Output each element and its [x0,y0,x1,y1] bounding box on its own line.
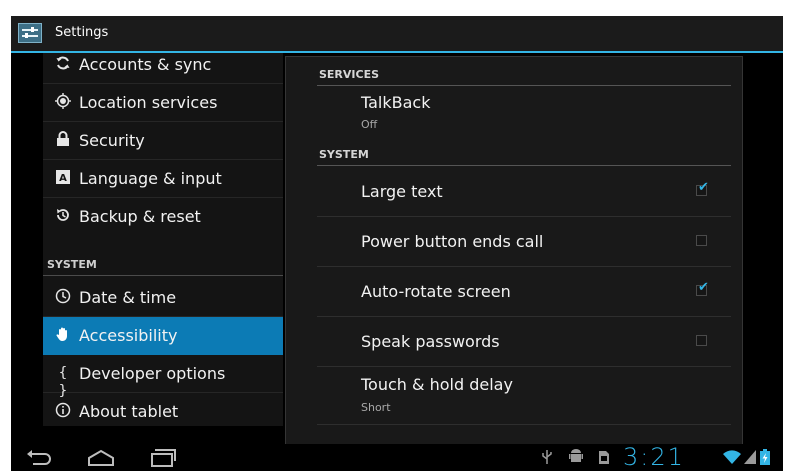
svg-text:A: A [59,173,67,184]
home-button[interactable] [85,448,117,468]
touch-hold-delay-title: Touch & hold delay [361,375,513,394]
keyboard-a-icon: A [53,169,73,187]
auto-rotate-screen-checkbox[interactable]: ✔ [696,281,709,296]
talkback-title: TalkBack [361,93,431,112]
checkmark-icon: ✔ [698,280,709,295]
speak-passwords-title: Speak passwords [361,332,500,351]
action-bar: Settings [11,16,783,53]
large-text-row[interactable]: Large text ✔ [317,167,731,217]
sd-card-icon [598,449,610,469]
backup-icon [53,207,73,225]
sidebar-item-location-services[interactable]: Location services [43,84,283,122]
sidebar-item-accounts-sync[interactable]: Accounts & sync [43,53,283,84]
sidebar-item-developer-options[interactable]: { } Developer options [43,355,283,399]
sidebar-item-about-tablet[interactable]: About tablet [43,393,283,426]
sidebar-item-label: Accounts & sync [79,55,212,74]
settings-sliders-icon[interactable] [18,23,42,43]
location-icon [53,93,73,111]
recent-apps-button[interactable] [148,448,176,468]
sync-icon [53,55,73,73]
sidebar-item-security[interactable]: Security [43,122,283,160]
sidebar-item-label: Accessibility [79,326,178,345]
settings-category-list: Accounts & sync Location services Securi… [43,53,283,426]
signal-icon [744,450,756,468]
speak-passwords-checkbox[interactable] [696,335,707,346]
power-button-ends-call-title: Power button ends call [361,232,544,251]
sidebar-item-label: Date & time [79,288,177,307]
sidebar-item-label: About tablet [79,402,179,421]
power-button-ends-call-row[interactable]: Power button ends call [317,217,731,267]
section-header-services: SERVICES [317,62,731,86]
back-arrow-icon [27,450,51,465]
sidebar-item-label: Security [79,131,145,150]
talkback-row[interactable]: TalkBack Off [317,87,731,141]
sidebar-item-label: Developer options [79,364,226,383]
sidebar-item-label: Language & input [79,169,222,188]
auto-rotate-screen-row[interactable]: Auto-rotate screen ✔ [317,267,731,317]
back-button[interactable] [25,448,53,468]
speak-passwords-row[interactable]: Speak passwords [317,317,731,367]
braces-icon: { } [58,365,68,399]
sidebar-item-label: Backup & reset [79,207,201,226]
recent-apps-icon [151,449,176,467]
section-header-label: SERVICES [319,68,380,81]
android-debug-icon [569,449,583,469]
section-header-system: SYSTEM [317,142,731,166]
home-icon [88,449,114,466]
usb-icon [541,449,553,469]
status-clock: 3:21 [623,443,685,471]
sidebar-item-label: Location services [79,93,218,112]
app-title: Settings [55,25,109,40]
sidebar-item-accessibility[interactable]: Accessibility [43,317,283,355]
lock-icon [53,131,73,149]
auto-rotate-screen-title: Auto-rotate screen [361,282,511,301]
section-header-label: SYSTEM [47,258,97,271]
checkmark-icon: ✔ [698,180,709,195]
accessibility-settings-panel: SERVICES TalkBack Off SYSTEM Large text … [285,56,743,449]
section-header-label: SYSTEM [319,148,369,161]
power-button-ends-call-checkbox[interactable] [696,235,707,246]
battery-charging-icon [760,449,770,469]
touch-hold-delay-summary: Short [361,401,391,414]
info-icon [53,402,73,420]
large-text-title: Large text [361,182,443,201]
system-navigation-bar: 3:21 [11,443,783,471]
large-text-checkbox[interactable]: ✔ [696,181,709,196]
clock-icon [53,288,73,306]
section-header-system: SYSTEM [43,252,283,276]
wifi-icon [723,450,741,468]
tablet-screen: Settings Accounts & sync Location servic… [11,16,783,471]
sidebar-item-language-input[interactable]: A Language & input [43,160,283,198]
touch-hold-delay-row[interactable]: Touch & hold delay Short [317,367,731,425]
sidebar-item-backup-reset[interactable]: Backup & reset [43,198,283,236]
sidebar-item-date-time[interactable]: Date & time [43,279,283,317]
hand-icon [53,326,73,344]
talkback-summary: Off [361,118,378,131]
